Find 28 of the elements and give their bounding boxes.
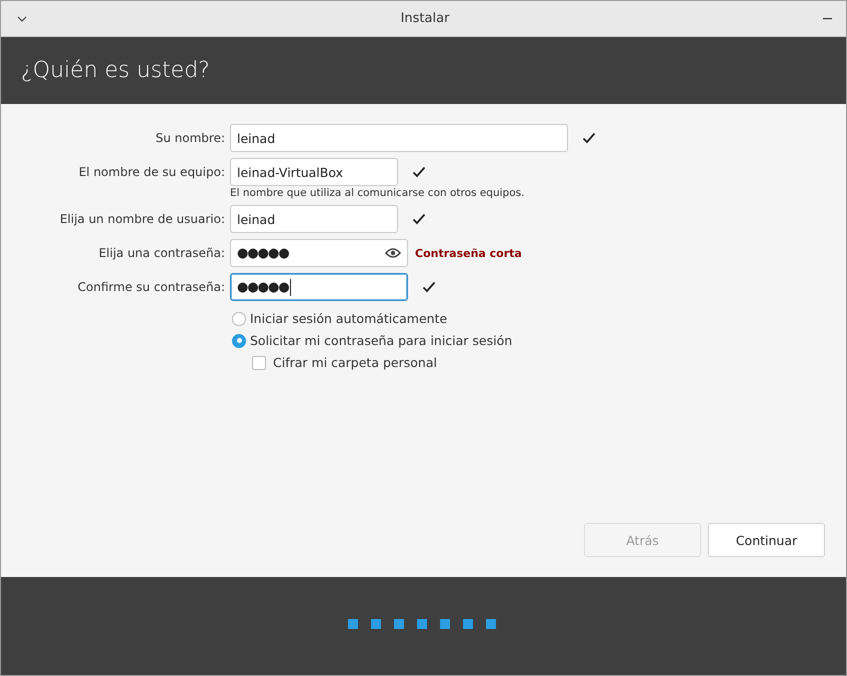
- checkbox-label[interactable]: Cifrar mi carpeta personal: [273, 355, 437, 370]
- field-label: El nombre de su equipo:: [78, 165, 225, 179]
- text-field[interactable]: leinad-VirtualBox: [230, 158, 398, 186]
- checkmark-icon: [422, 281, 436, 293]
- checkmark-icon: [582, 132, 596, 144]
- checkmark-icon: [412, 166, 426, 178]
- field-label: Elija un nombre de usuario:: [60, 212, 225, 226]
- radio-button[interactable]: [232, 334, 246, 348]
- radio-button[interactable]: [232, 312, 246, 326]
- text-field[interactable]: leinad: [230, 124, 568, 152]
- chevron-down-icon[interactable]: [17, 16, 27, 22]
- field-label: Elija una contraseña:: [98, 246, 225, 260]
- minimize-icon[interactable]: [823, 18, 832, 20]
- warning-text: Contraseña corta: [415, 246, 522, 260]
- page-title: ¿Quién es usted?: [21, 58, 210, 83]
- checkbox[interactable]: [252, 356, 266, 370]
- window-title: Instalar: [400, 11, 450, 26]
- option-label[interactable]: Solicitar mi contraseña para iniciar sesión: [250, 333, 512, 348]
- text-field[interactable]: leinad: [230, 205, 398, 233]
- password-field[interactable]: ●●●●●: [230, 273, 408, 301]
- option-label[interactable]: Iniciar sesión automáticamente: [250, 311, 448, 326]
- continue-button[interactable]: Continuar: [708, 523, 825, 557]
- field-label: Su nombre:: [156, 131, 225, 145]
- password-field[interactable]: ●●●●●: [230, 239, 408, 267]
- checkmark-icon: [412, 213, 426, 225]
- field-label: Confirme su contraseña:: [78, 280, 225, 294]
- eye-icon[interactable]: [385, 247, 401, 259]
- hint-text: El nombre que utiliza al comunicarse con otros equipos.: [230, 187, 526, 199]
